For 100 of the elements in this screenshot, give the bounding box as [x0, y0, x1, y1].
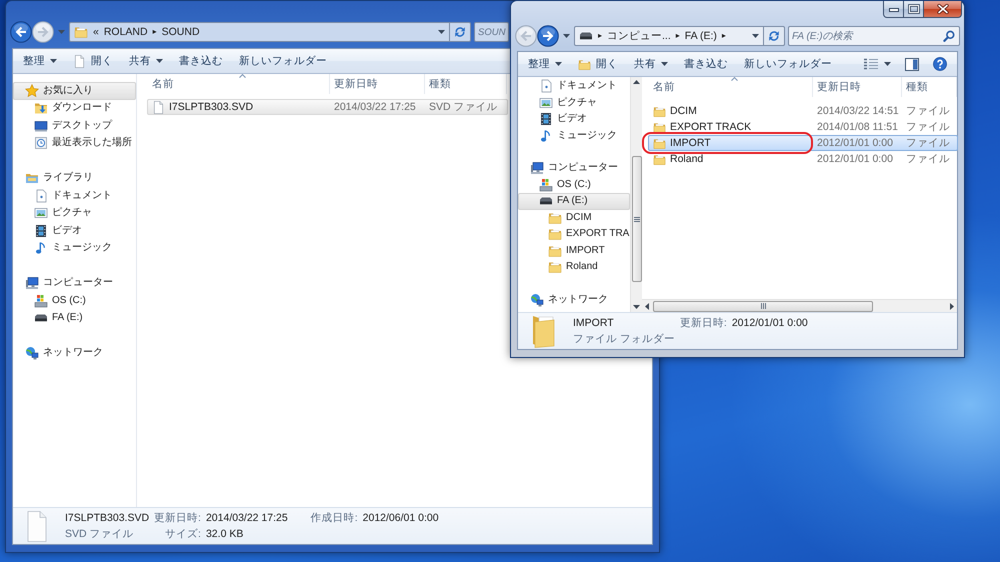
- nav-item[interactable]: 最近表示した場所: [13, 134, 136, 152]
- forward-icon[interactable]: [537, 25, 559, 47]
- column-header[interactable]: 種類: [425, 74, 507, 94]
- music-note-icon: [34, 241, 48, 256]
- modified-date: 2012/01/01 0:00: [817, 136, 893, 150]
- details-label: 更新日時:: [154, 512, 201, 524]
- caret-icon: [555, 62, 562, 66]
- file-row[interactable]: I7SLPTB303.SVD 2014/03/22 17:25 SVD ファイル: [147, 99, 508, 115]
- details-value: 2014/03/22 17:25: [206, 512, 289, 524]
- help-icon[interactable]: [933, 57, 947, 71]
- nav-item[interactable]: OS (C:): [518, 176, 630, 193]
- nav-item[interactable]: ビデオ: [518, 111, 630, 128]
- horizontal-scrollbar[interactable]: [642, 299, 957, 312]
- music-note-icon: [539, 128, 553, 143]
- search-field[interactable]: FA (E:)の検索: [788, 26, 960, 46]
- column-header[interactable]: 名前: [649, 77, 813, 97]
- nav-item[interactable]: IMPORT: [518, 242, 630, 259]
- nav-item[interactable]: ミュージック: [518, 128, 630, 144]
- scroll-up-icon[interactable]: [633, 80, 640, 84]
- modified-date: 2014/03/22 14:51: [817, 104, 899, 118]
- toolbar-button[interactable]: 開く: [65, 50, 121, 72]
- breadcrumb-arrow[interactable]: ▸: [722, 31, 726, 41]
- nav-item[interactable]: FA (E:): [518, 193, 630, 210]
- minimize-icon: [888, 5, 900, 13]
- nav-item[interactable]: ネットワーク: [13, 344, 136, 362]
- maximize-button[interactable]: [904, 1, 924, 18]
- nav-item[interactable]: DCIM: [518, 210, 630, 226]
- nav-item[interactable]: ピクチャ: [13, 204, 136, 222]
- picture-icon: [34, 206, 48, 220]
- picture-icon: [539, 96, 553, 110]
- caret-icon[interactable]: [752, 34, 759, 38]
- nav-item[interactable]: ミュージック: [13, 240, 136, 257]
- computer-icon: [530, 161, 544, 176]
- toolbar-button[interactable]: 書き込む: [171, 50, 231, 72]
- toolbar-button[interactable]: 新しいフォルダー: [736, 53, 840, 75]
- scrollbar-thumb[interactable]: [632, 156, 642, 282]
- nav-item[interactable]: ビデオ: [13, 222, 136, 240]
- system-drive-icon: [539, 178, 553, 192]
- film-icon: [34, 224, 48, 238]
- nav-item[interactable]: EXPORT TRA: [518, 226, 630, 242]
- breadcrumb-arrow[interactable]: ▸: [598, 31, 602, 41]
- preview-pane-icon[interactable]: [905, 58, 919, 70]
- caret-icon[interactable]: [438, 30, 445, 34]
- refresh-button[interactable]: [764, 26, 785, 46]
- breadcrumb-overflow[interactable]: «: [93, 26, 99, 38]
- toolbar-button[interactable]: 書き込む: [676, 53, 736, 75]
- scroll-left-icon[interactable]: [645, 302, 649, 310]
- search-icon[interactable]: [943, 30, 955, 42]
- column-header[interactable]: 名前: [148, 74, 330, 94]
- scroll-down-icon[interactable]: [633, 305, 640, 309]
- breadcrumb[interactable]: コンピュー...: [607, 30, 671, 42]
- nav-item[interactable]: ドキュメント: [13, 187, 136, 204]
- toolbar-button[interactable]: 開く: [570, 53, 626, 75]
- nav-item[interactable]: ネットワーク: [518, 292, 630, 308]
- nav-item[interactable]: ドキュメント: [518, 78, 630, 94]
- toolbar-button[interactable]: 新しいフォルダー: [231, 50, 335, 72]
- address-bar[interactable]: ▸ コンピュー... ▸ FA (E:) ▸: [574, 26, 764, 46]
- breadcrumb-arrow[interactable]: ▸: [152, 27, 157, 37]
- view-icon[interactable]: [863, 58, 879, 70]
- nav-item[interactable]: ピクチャ: [518, 94, 630, 111]
- file-row[interactable]: Roland 2012/01/01 0:00 ファイル: [648, 151, 958, 167]
- nav-item[interactable]: ダウンロード: [13, 100, 136, 117]
- refresh-button[interactable]: [450, 22, 471, 42]
- scrollbar-thumb[interactable]: [653, 300, 873, 312]
- breadcrumb-arrow[interactable]: ▸: [676, 31, 680, 41]
- breadcrumb[interactable]: SOUND: [162, 26, 200, 38]
- file-row[interactable]: DCIM 2014/03/22 14:51 ファイル: [648, 103, 958, 119]
- toolbar-button[interactable]: 共有: [121, 50, 171, 72]
- toolbar-button[interactable]: 整理: [520, 53, 570, 75]
- nav-item[interactable]: ライブラリ: [13, 170, 136, 187]
- address-bar[interactable]: « ROLAND ▸ SOUND: [69, 22, 450, 42]
- column-header[interactable]: 更新日時: [813, 77, 902, 97]
- breadcrumb[interactable]: FA (E:): [684, 30, 717, 42]
- column-header[interactable]: 種類: [902, 77, 957, 97]
- nav-item[interactable]: コンピューター: [518, 160, 630, 176]
- caret-icon[interactable]: [884, 62, 891, 66]
- breadcrumb[interactable]: ROLAND: [104, 26, 148, 38]
- nav-item[interactable]: コンピューター: [13, 274, 136, 292]
- nav-item[interactable]: FA (E:): [13, 310, 136, 327]
- nav-item[interactable]: デスクトップ: [13, 117, 136, 134]
- folder-icon: [548, 244, 562, 258]
- back-icon[interactable]: [10, 21, 32, 43]
- scroll-right-icon[interactable]: [950, 302, 954, 310]
- grip-icon: [760, 303, 766, 309]
- toolbar-button[interactable]: 共有: [626, 53, 676, 75]
- nav-item[interactable]: お気に入り: [13, 82, 136, 100]
- column-header[interactable]: 更新日時: [330, 74, 425, 94]
- details-label: 作成日時:: [310, 512, 358, 524]
- file-type: ファイル: [906, 120, 950, 134]
- caret-icon[interactable]: [563, 34, 570, 38]
- maximize-icon: [908, 4, 920, 14]
- nav-item[interactable]: Roland: [518, 259, 630, 276]
- vertical-scrollbar[interactable]: [630, 77, 642, 312]
- toolbar-button[interactable]: 整理: [15, 50, 65, 72]
- close-button[interactable]: [924, 1, 962, 18]
- folder-icon: [74, 25, 88, 39]
- minimize-button[interactable]: [883, 1, 904, 18]
- search-field[interactable]: SOUN: [474, 22, 509, 42]
- nav-item[interactable]: OS (C:): [13, 292, 136, 310]
- file-row[interactable]: EXPORT TRACK 2014/01/08 11:51 ファイル: [648, 119, 958, 135]
